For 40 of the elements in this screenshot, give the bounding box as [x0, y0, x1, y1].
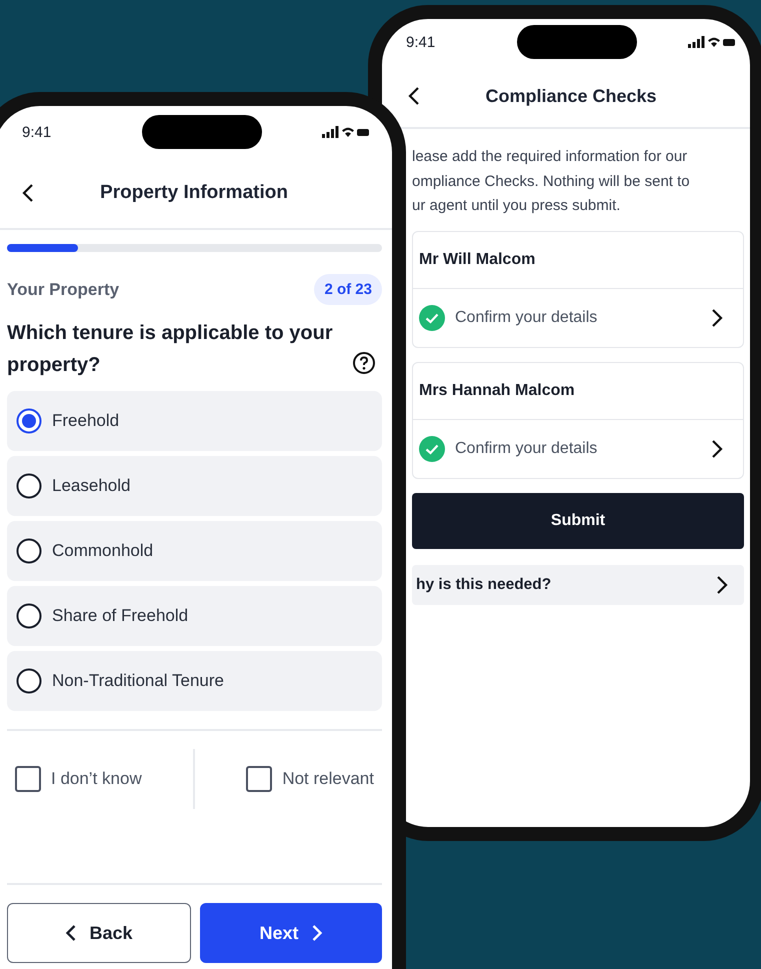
help-link-row[interactable]: hy is this needed? — [412, 564, 744, 604]
back-icon[interactable] — [22, 183, 34, 203]
back-button[interactable]: Back — [7, 903, 191, 963]
tenure-option[interactable]: Commonhold — [7, 521, 382, 581]
confirm-details-row[interactable]: Confirm your details — [413, 288, 743, 346]
person-name: Mrs Hannah Malcom — [413, 362, 743, 420]
screen-title: Property Information — [100, 182, 288, 204]
screen-title: Compliance Checks — [485, 86, 657, 106]
checkbox-option[interactable]: I don’t know — [7, 766, 150, 792]
status-time: 9:41 — [406, 34, 436, 50]
checkbox[interactable] — [15, 766, 41, 792]
submit-button[interactable]: Submit — [412, 492, 744, 548]
person-name: Mr Will Malcom — [413, 232, 743, 288]
radio-button[interactable] — [16, 538, 42, 564]
section-label: Your Property — [7, 280, 120, 300]
chevron-right-icon — [711, 438, 723, 458]
status-icons — [322, 126, 370, 138]
confirm-details-row[interactable]: Confirm your details — [413, 420, 743, 478]
radio-button[interactable] — [16, 603, 42, 629]
question-text: Which tenure is applicable to your property? — [7, 321, 334, 378]
chevron-right-icon — [716, 574, 728, 594]
tenure-option[interactable]: Share of Freehold — [7, 586, 382, 646]
radio-button[interactable] — [16, 473, 42, 499]
status-icons — [688, 36, 736, 48]
back-icon[interactable] — [408, 86, 420, 106]
checkbox[interactable] — [246, 766, 272, 792]
tenure-option[interactable]: Leasehold — [7, 456, 382, 516]
radio-button[interactable] — [16, 408, 42, 434]
step-badge: 2 of 23 — [314, 274, 382, 305]
chevron-left-icon — [65, 924, 78, 942]
checkbox-option[interactable]: Not relevant — [238, 766, 382, 792]
help-icon[interactable] — [352, 351, 376, 375]
tenure-option[interactable]: Freehold — [7, 391, 382, 451]
radio-button[interactable] — [16, 668, 42, 694]
tenure-option[interactable]: Non-Traditional Tenure — [7, 651, 382, 711]
next-button[interactable]: Next — [200, 903, 382, 963]
chevron-right-icon — [711, 308, 723, 328]
status-time: 9:41 — [22, 124, 52, 140]
chevron-right-icon — [310, 924, 322, 942]
intro-text: lease add the required information for our ompliance Checks. Nothing will be sent to ur agent until you press submit. — [412, 147, 691, 216]
